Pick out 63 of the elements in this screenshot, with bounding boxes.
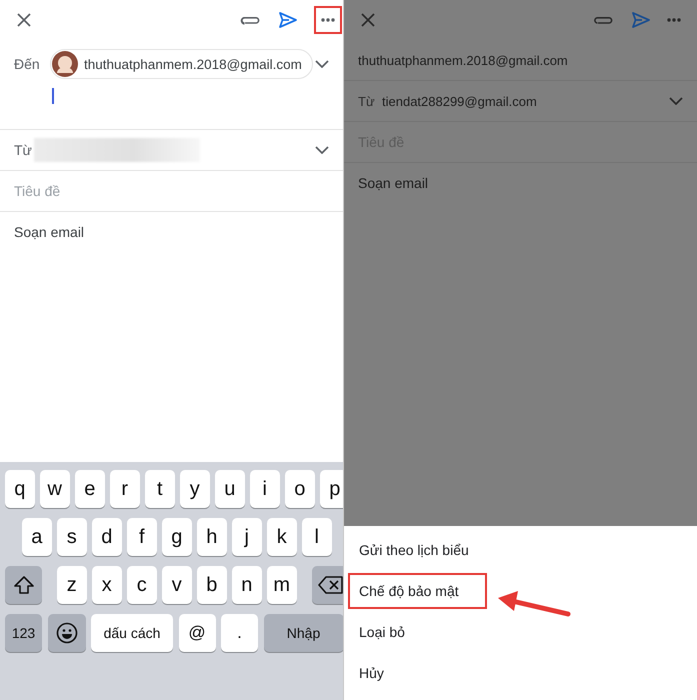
letter-key[interactable]: z: [57, 566, 86, 604]
letter-key[interactable]: a: [22, 518, 52, 556]
space-key[interactable]: dấu cách: [91, 614, 173, 652]
sender-address: tiendat288299@gmail.com: [382, 94, 537, 108]
text-cursor: [52, 88, 54, 104]
letter-key[interactable]: s: [57, 518, 86, 556]
letter-key[interactable]: h: [197, 518, 226, 556]
letter-key[interactable]: y: [180, 470, 210, 508]
letter-key[interactable]: o: [285, 470, 314, 508]
chevron-down-icon[interactable]: [315, 60, 329, 68]
letter-key[interactable]: t: [145, 470, 174, 508]
from-label: Từ: [358, 94, 376, 108]
chevron-down-icon[interactable]: [315, 146, 329, 154]
backspace-key[interactable]: [312, 566, 343, 604]
smiley-icon: [56, 622, 78, 644]
avatar-icon: [52, 51, 78, 77]
letter-key[interactable]: i: [250, 470, 280, 508]
letter-key[interactable]: v: [162, 566, 192, 604]
more-icon[interactable]: [667, 18, 681, 22]
letter-key[interactable]: f: [127, 518, 156, 556]
letter-key[interactable]: p: [320, 470, 343, 508]
letter-key[interactable]: k: [267, 518, 296, 556]
close-icon[interactable]: [16, 12, 32, 28]
from-label: Từ: [14, 142, 33, 158]
menu-item[interactable]: Loại bỏ: [348, 614, 416, 650]
letter-key[interactable]: g: [162, 518, 192, 556]
letter-key[interactable]: m: [267, 566, 296, 604]
letter-key[interactable]: n: [232, 566, 262, 604]
body-field[interactable]: Soạn email: [358, 175, 428, 191]
letter-key[interactable]: u: [215, 470, 244, 508]
letter-key[interactable]: l: [302, 518, 332, 556]
symbol-key[interactable]: .: [221, 614, 258, 652]
to-label: Đến: [14, 56, 41, 72]
letter-key[interactable]: r: [110, 470, 140, 508]
body-field[interactable]: Soạn email: [14, 224, 214, 246]
paperclip-icon[interactable]: [592, 14, 614, 26]
letter-key[interactable]: d: [92, 518, 122, 556]
symbol-key[interactable]: @: [178, 614, 216, 652]
recipient-chip[interactable]: thuthuatphanmem.2018@gmail.com: [50, 49, 313, 79]
backspace-icon: [318, 576, 343, 594]
chevron-down-icon[interactable]: [669, 97, 683, 105]
letter-key[interactable]: c: [127, 566, 156, 604]
paperclip-icon[interactable]: [239, 14, 261, 26]
menu-item[interactable]: Chế độ bảo mật: [348, 572, 487, 608]
letter-key[interactable]: e: [75, 470, 104, 508]
letter-key[interactable]: j: [232, 518, 262, 556]
menu-item[interactable]: Gửi theo lịch biểu: [348, 532, 480, 568]
recipient-address: thuthuatphanmem.2018@gmail.com: [358, 52, 568, 68]
more-button[interactable]: [314, 6, 342, 34]
return-key[interactable]: Nhập: [264, 614, 343, 652]
letter-key[interactable]: q: [5, 470, 34, 508]
letter-key[interactable]: w: [40, 470, 70, 508]
emoji-key[interactable]: [48, 614, 86, 652]
send-icon[interactable]: [278, 11, 298, 29]
close-icon[interactable]: [360, 12, 376, 28]
letter-key[interactable]: x: [92, 566, 122, 604]
subject-field[interactable]: Tiêu đề: [14, 183, 214, 199]
more-icon: [321, 18, 335, 22]
menu-item[interactable]: Hủy: [348, 654, 395, 690]
numbers-key[interactable]: 123: [5, 614, 42, 652]
shift-key[interactable]: [5, 566, 42, 604]
letter-key[interactable]: b: [197, 566, 226, 604]
shift-icon: [12, 575, 34, 595]
